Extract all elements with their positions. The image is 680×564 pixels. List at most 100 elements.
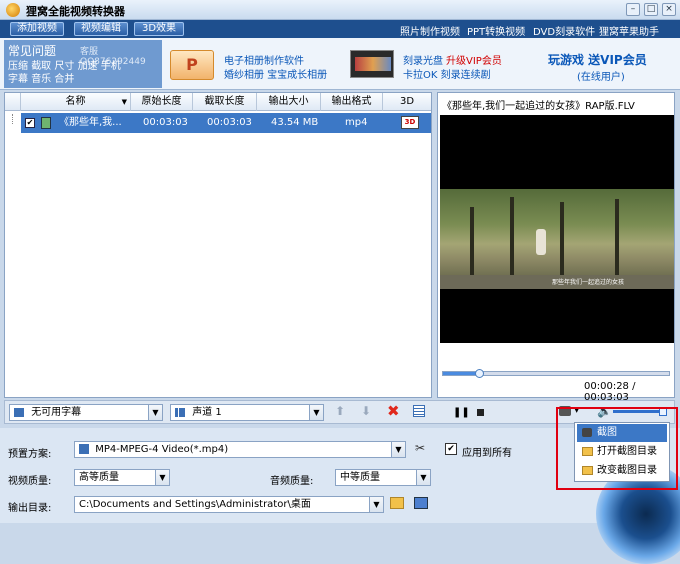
audio-quality-select[interactable]: 中等质量 ▼	[335, 469, 431, 486]
video-format-icon	[79, 444, 89, 454]
browse-folder-icon[interactable]	[390, 497, 404, 509]
column-output-size[interactable]: 输出大小	[257, 93, 321, 111]
photo-video-link[interactable]: 照片制作视频	[400, 23, 460, 38]
pause-button-bottom[interactable]: ❚❚	[453, 407, 470, 418]
open-folder-icon[interactable]	[414, 497, 428, 509]
film-strip-icon[interactable]	[350, 50, 394, 78]
output-dir-value: C:\Documents and Settings\Administrator\…	[79, 499, 311, 510]
video-quality-select[interactable]: 高等质量 ▼	[74, 469, 170, 486]
preset-select[interactable]: MP4-MPEG-4 Video(*.mp4) ▼	[74, 441, 406, 458]
tree-connector	[12, 114, 13, 124]
faq-title[interactable]: 常见问题	[8, 42, 56, 59]
apple-helper-link[interactable]: 狸窝苹果助手	[599, 23, 659, 38]
faq-box: 常见问题 客服QQ876292449 压缩 截取 尺寸 加速 手机 字幕 音乐 …	[4, 40, 162, 88]
chevron-down-icon[interactable]: ▼	[416, 470, 430, 485]
close-button[interactable]: ×	[662, 3, 676, 16]
clear-list-icon[interactable]	[413, 405, 425, 417]
audio-bars-icon	[175, 407, 185, 417]
camera-icon	[582, 428, 592, 437]
chevron-down-icon[interactable]: ▼	[369, 497, 383, 512]
karaoke-ad[interactable]: 卡拉OK 刻录连续剧	[403, 66, 491, 81]
menu-item-label: 截图	[597, 427, 617, 438]
photo-album-ad-line1[interactable]: 电子相册制作软件	[224, 52, 304, 67]
row-output-size: 43.54 MB	[271, 117, 319, 128]
chevron-down-icon[interactable]: ▼	[155, 470, 169, 485]
3d-effect-button[interactable]: 3D效果	[134, 22, 184, 36]
vip-upgrade-ad[interactable]: 升级VIP会员	[446, 52, 502, 67]
row-checkbox[interactable]: ✔	[25, 118, 35, 128]
video-frame-image: 那些年我们一起追过的女孩	[440, 189, 674, 289]
column-3d[interactable]: 3D	[383, 93, 431, 111]
3d-badge-icon[interactable]: 3D	[401, 116, 419, 129]
chevron-down-icon[interactable]: ▼	[148, 405, 162, 420]
faq-tag[interactable]: 截取	[31, 61, 51, 72]
menu-item-screenshot[interactable]: 截图	[577, 424, 667, 442]
ppt-film-icon[interactable]: P	[170, 50, 214, 80]
menu-item-open-screenshot-dir[interactable]: 打开截图目录	[577, 443, 667, 461]
faq-tags: 压缩 截取 尺寸 加速 手机 字幕 音乐 合并	[8, 60, 158, 86]
chevron-down-icon[interactable]: ▼	[309, 405, 323, 420]
folder-icon	[582, 447, 593, 456]
faq-tag[interactable]: 加速	[78, 61, 98, 72]
column-original-length[interactable]: 原始长度	[131, 93, 193, 111]
sort-arrow-icon: ▼	[121, 98, 127, 106]
column-spacer	[5, 93, 21, 111]
column-name[interactable]: 名称 ▼	[21, 93, 131, 111]
menu-item-label: 打开截图目录	[597, 446, 657, 457]
add-video-button[interactable]: 添加视频	[10, 22, 64, 36]
row-original-length: 00:03:03	[143, 117, 188, 128]
title-bar: 狸窝全能视频转换器 – □ ×	[0, 0, 680, 20]
column-cut-length[interactable]: 截取长度	[193, 93, 257, 111]
file-list-header: 名称 ▼ 原始长度 截取长度 输出大小 输出格式 3D	[5, 93, 431, 111]
video-edit-button[interactable]: 视频编辑	[74, 22, 128, 36]
preset-label: 预置方案:	[8, 449, 52, 460]
burn-disc-ad[interactable]: 刻录光盘	[403, 52, 443, 67]
faq-tag[interactable]: 手机	[101, 61, 121, 72]
row-output-format: mp4	[345, 117, 368, 128]
stop-button-bottom[interactable]	[477, 409, 484, 416]
faq-tag[interactable]: 音乐	[31, 74, 51, 85]
seek-handle[interactable]	[475, 369, 484, 378]
chevron-down-icon[interactable]: ▼	[391, 442, 405, 457]
faq-tag[interactable]: 尺寸	[54, 61, 74, 72]
seek-progress	[443, 372, 479, 375]
ppt-video-link[interactable]: PPT转换视频	[467, 23, 525, 38]
move-up-icon[interactable]: ⬆	[335, 404, 345, 418]
menu-item-change-screenshot-dir[interactable]: 改变截图目录	[577, 462, 667, 480]
move-down-icon[interactable]: ⬇	[361, 404, 371, 418]
folder-open-icon	[582, 466, 593, 475]
window-title: 狸窝全能视频转换器	[26, 5, 125, 18]
column-output-format[interactable]: 输出格式	[321, 93, 383, 111]
audio-quality-label: 音频质量:	[270, 476, 314, 487]
audio-track-value: 声道 1	[192, 407, 222, 418]
maximize-button[interactable]: □	[644, 3, 658, 16]
game-vip-ad[interactable]: 玩游戏 送VIP会员	[548, 51, 647, 68]
settings-wrench-icon[interactable]: ✂	[412, 441, 428, 457]
subtitle-icon	[14, 407, 24, 417]
apply-all-checkbox[interactable]: ✔	[445, 443, 457, 455]
delete-icon[interactable]: ✖	[387, 402, 400, 420]
output-dir-input[interactable]: C:\Documents and Settings\Administrator\…	[74, 496, 384, 513]
minimize-button[interactable]: –	[626, 3, 640, 16]
preview-panel: 《那些年,我们一起追过的女孩》RAP版.FLV 那些年我们一起追过的女孩 00:…	[437, 92, 675, 416]
faq-tag[interactable]: 压缩	[8, 61, 28, 72]
audio-track-select[interactable]: 声道 1 ▼	[170, 404, 324, 421]
faq-tag[interactable]: 合并	[54, 74, 74, 85]
file-list: 名称 ▼ 原始长度 截取长度 输出大小 输出格式 3D ✔ 《那些年,我... …	[4, 92, 432, 398]
app-logo-icon	[6, 3, 20, 17]
photo-album-ad-line2[interactable]: 婚纱相册 宝宝成长相册	[224, 66, 327, 81]
video-screen[interactable]: 那些年我们一起追过的女孩	[440, 115, 674, 343]
table-row[interactable]: ✔ 《那些年,我... 00:03:03 00:03:03 43.54 MB m…	[21, 113, 431, 133]
menu-bar: 添加视频 视频编辑 3D效果 照片制作视频 PPT转换视频 DVD刻录软件 狸窝…	[0, 20, 680, 38]
faq-tag[interactable]: 字幕	[8, 74, 28, 85]
online-users-note: (在线用户)	[577, 72, 625, 83]
menu-item-label: 改变截图目录	[597, 465, 657, 476]
column-name-label: 名称	[65, 96, 86, 107]
seek-bar[interactable]	[442, 369, 670, 378]
subtitle-select[interactable]: 无可用字幕 ▼	[9, 404, 163, 421]
subtitle-value: 无可用字幕	[31, 407, 82, 418]
apply-all-label[interactable]: 应用到所有	[462, 444, 512, 459]
audio-quality-value: 中等质量	[340, 472, 380, 483]
video-quality-value: 高等质量	[79, 472, 119, 483]
dvd-burn-link[interactable]: DVD刻录软件	[533, 23, 595, 38]
